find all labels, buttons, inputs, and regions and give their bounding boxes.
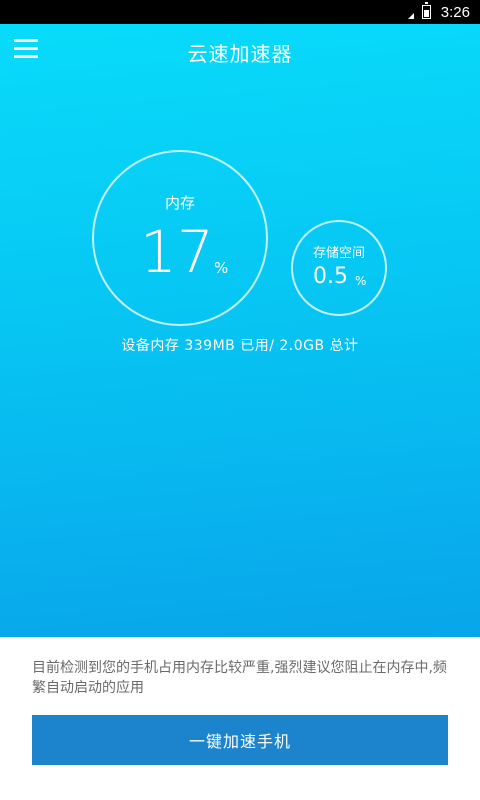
memory-gauge: 内存 17 %	[92, 150, 268, 326]
memory-warning-text: 目前检测到您的手机占用内存比较严重,强烈建议您阻止在内存中,频繁自动启动的应用	[32, 660, 447, 696]
memory-percentage: 17	[140, 218, 214, 286]
app-bar: 云速加速器	[0, 24, 480, 78]
storage-gauge: 存储空间 0.5 %	[291, 220, 387, 316]
signal-icon	[407, 13, 414, 19]
status-time: 3:26	[440, 3, 470, 21]
memory-percent-unit: %	[214, 259, 229, 277]
memory-label: 内存	[164, 194, 195, 212]
battery-icon	[421, 2, 431, 19]
storage-label: 存储空间	[312, 246, 365, 261]
app-title: 云速加速器	[187, 42, 293, 66]
dashboard-panel: 云速加速器 内存 17 % 存储空间 0.5 % 设备内存 339MB 已用/ …	[0, 24, 480, 637]
one-click-accelerate-button[interactable]: 一键加速手机	[32, 715, 448, 765]
memory-summary: 设备内存 339MB 已用/ 2.0GB 总计	[121, 338, 359, 354]
storage-percent-unit: %	[355, 274, 367, 288]
storage-percentage: 0.5	[313, 264, 348, 289]
status-bar: 3:26	[0, 0, 480, 24]
